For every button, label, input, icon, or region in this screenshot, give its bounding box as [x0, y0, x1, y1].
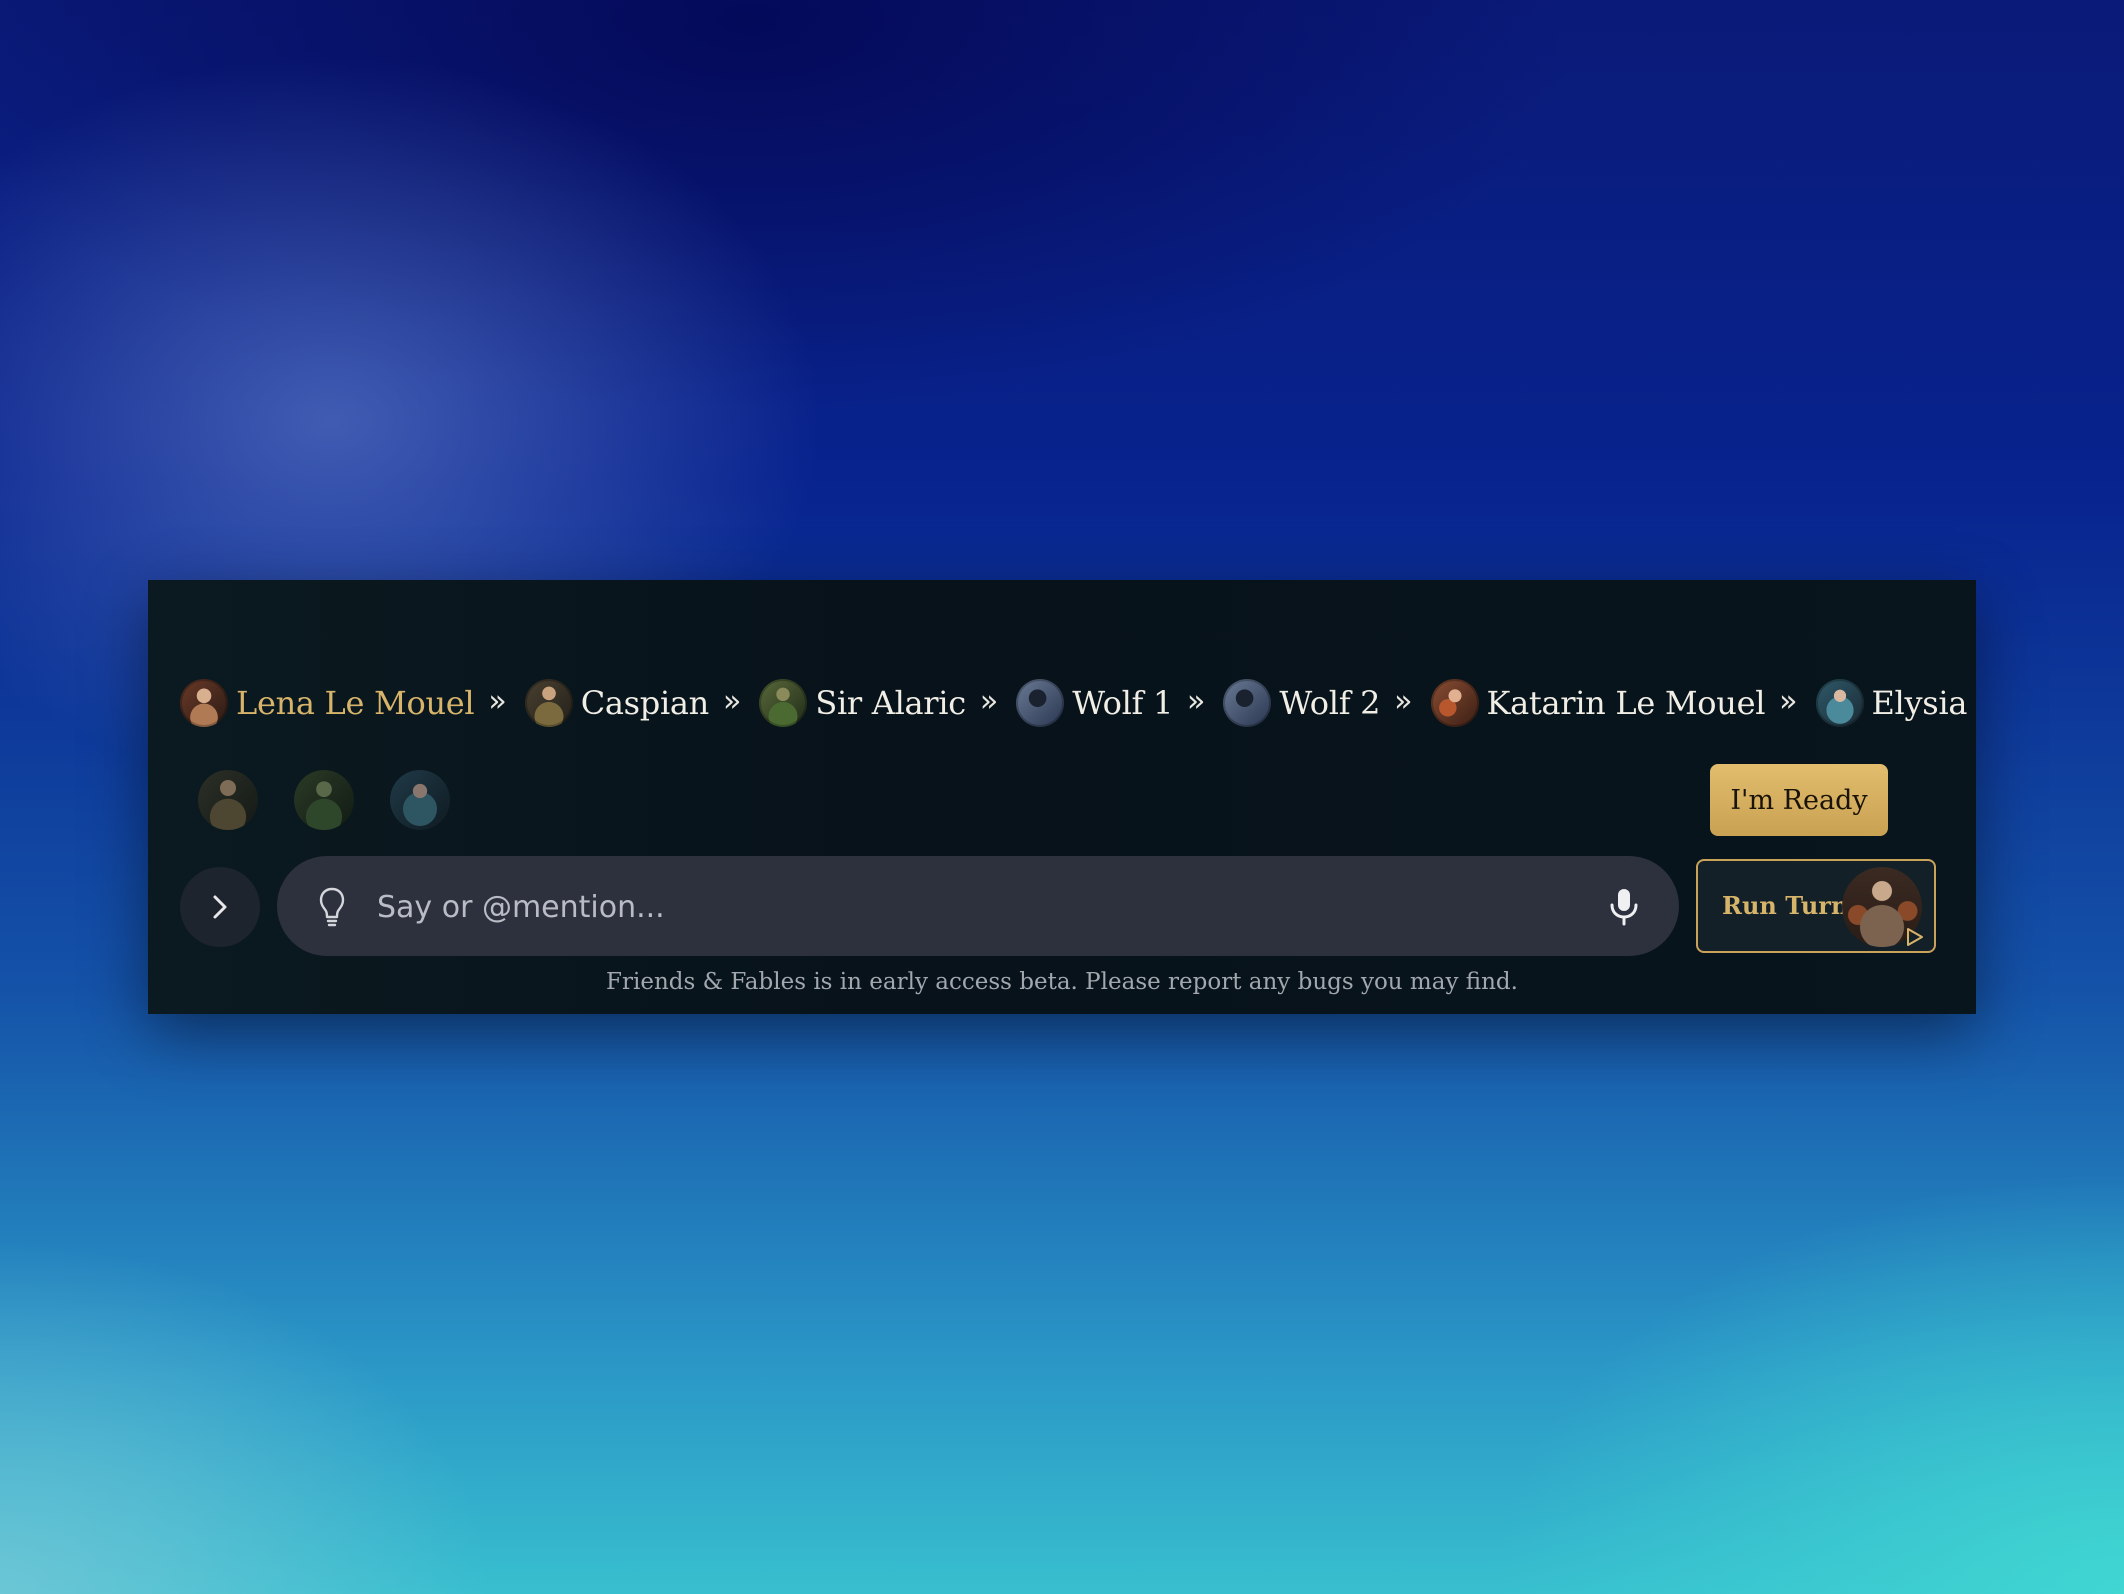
turn-name: Wolf 1 — [1072, 684, 1174, 722]
chevron-double-right-icon: » — [1394, 683, 1413, 719]
ready-avatar-elysia — [390, 770, 450, 830]
ready-avatar-sir-alaric — [294, 770, 354, 830]
turn-name: Caspian — [580, 684, 710, 722]
turn-item-sir-alaric[interactable]: Sir Alaric — [759, 679, 966, 727]
ready-avatar-caspian — [198, 770, 258, 830]
turn-item-elysia[interactable]: Elysia — [1815, 679, 1968, 727]
avatar — [524, 679, 573, 727]
microphone-icon[interactable] — [1607, 887, 1641, 927]
message-input[interactable] — [375, 876, 1559, 938]
avatar — [1223, 679, 1272, 727]
chevron-double-right-icon: » — [979, 683, 999, 719]
turn-item-lena[interactable]: Lena Le Mouel — [180, 679, 475, 727]
chevron-double-right-icon: » — [1187, 683, 1206, 719]
avatar — [1430, 679, 1479, 727]
turn-name: Sir Alaric — [815, 684, 966, 722]
avatar — [1815, 679, 1864, 727]
party-action-panel: Lena Le Mouel » Caspian » Sir Alaric » W… — [148, 580, 1976, 1014]
chevron-right-icon — [213, 895, 227, 919]
turn-item-katarin[interactable]: Katarin Le Mouel — [1430, 679, 1766, 727]
chevron-double-right-icon: » — [1779, 683, 1798, 719]
turn-item-wolf-2[interactable]: Wolf 2 — [1223, 679, 1380, 727]
message-composer — [277, 856, 1679, 956]
lightbulb-icon[interactable] — [317, 886, 347, 928]
beta-notice: Friends & Fables is in early access beta… — [606, 969, 1518, 995]
run-turn-button[interactable]: Run Turn — [1696, 859, 1936, 953]
turn-name: Wolf 2 — [1279, 684, 1381, 722]
play-icon — [1907, 928, 1923, 946]
avatar — [180, 679, 228, 727]
avatar — [759, 679, 808, 727]
turn-name: Katarin Le Mouel — [1486, 684, 1766, 722]
chevron-double-right-icon: » — [722, 683, 742, 719]
chevron-double-right-icon: » — [488, 683, 507, 719]
turn-name: Elysia — [1871, 684, 1968, 722]
turn-item-wolf-1[interactable]: Wolf 1 — [1016, 679, 1173, 727]
turn-item-caspian[interactable]: Caspian — [524, 679, 710, 727]
run-turn-label: Run Turn — [1722, 891, 1849, 920]
expand-button[interactable] — [180, 867, 260, 947]
avatar — [1016, 679, 1065, 727]
im-ready-button[interactable]: I'm Ready — [1710, 764, 1888, 836]
turn-order-bar: Lena Le Mouel » Caspian » Sir Alaric » W… — [180, 677, 1967, 729]
turn-name: Lena Le Mouel — [236, 684, 475, 722]
